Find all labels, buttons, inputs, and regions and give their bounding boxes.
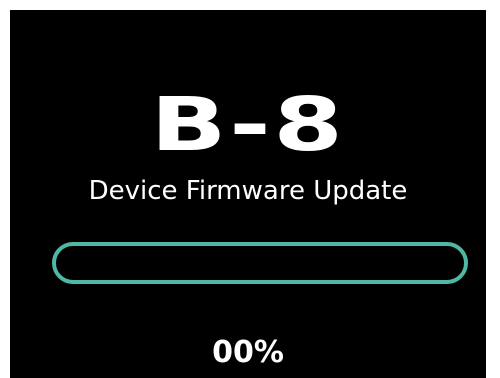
firmware-update-subtitle: Device Firmware Update [88,176,408,206]
firmware-progress-bar [52,242,468,284]
device-screen: B-8 Device Firmware Update 00% [10,10,486,378]
progress-percent-label: 00% [212,335,284,370]
device-name-title: B-8 [150,82,346,168]
